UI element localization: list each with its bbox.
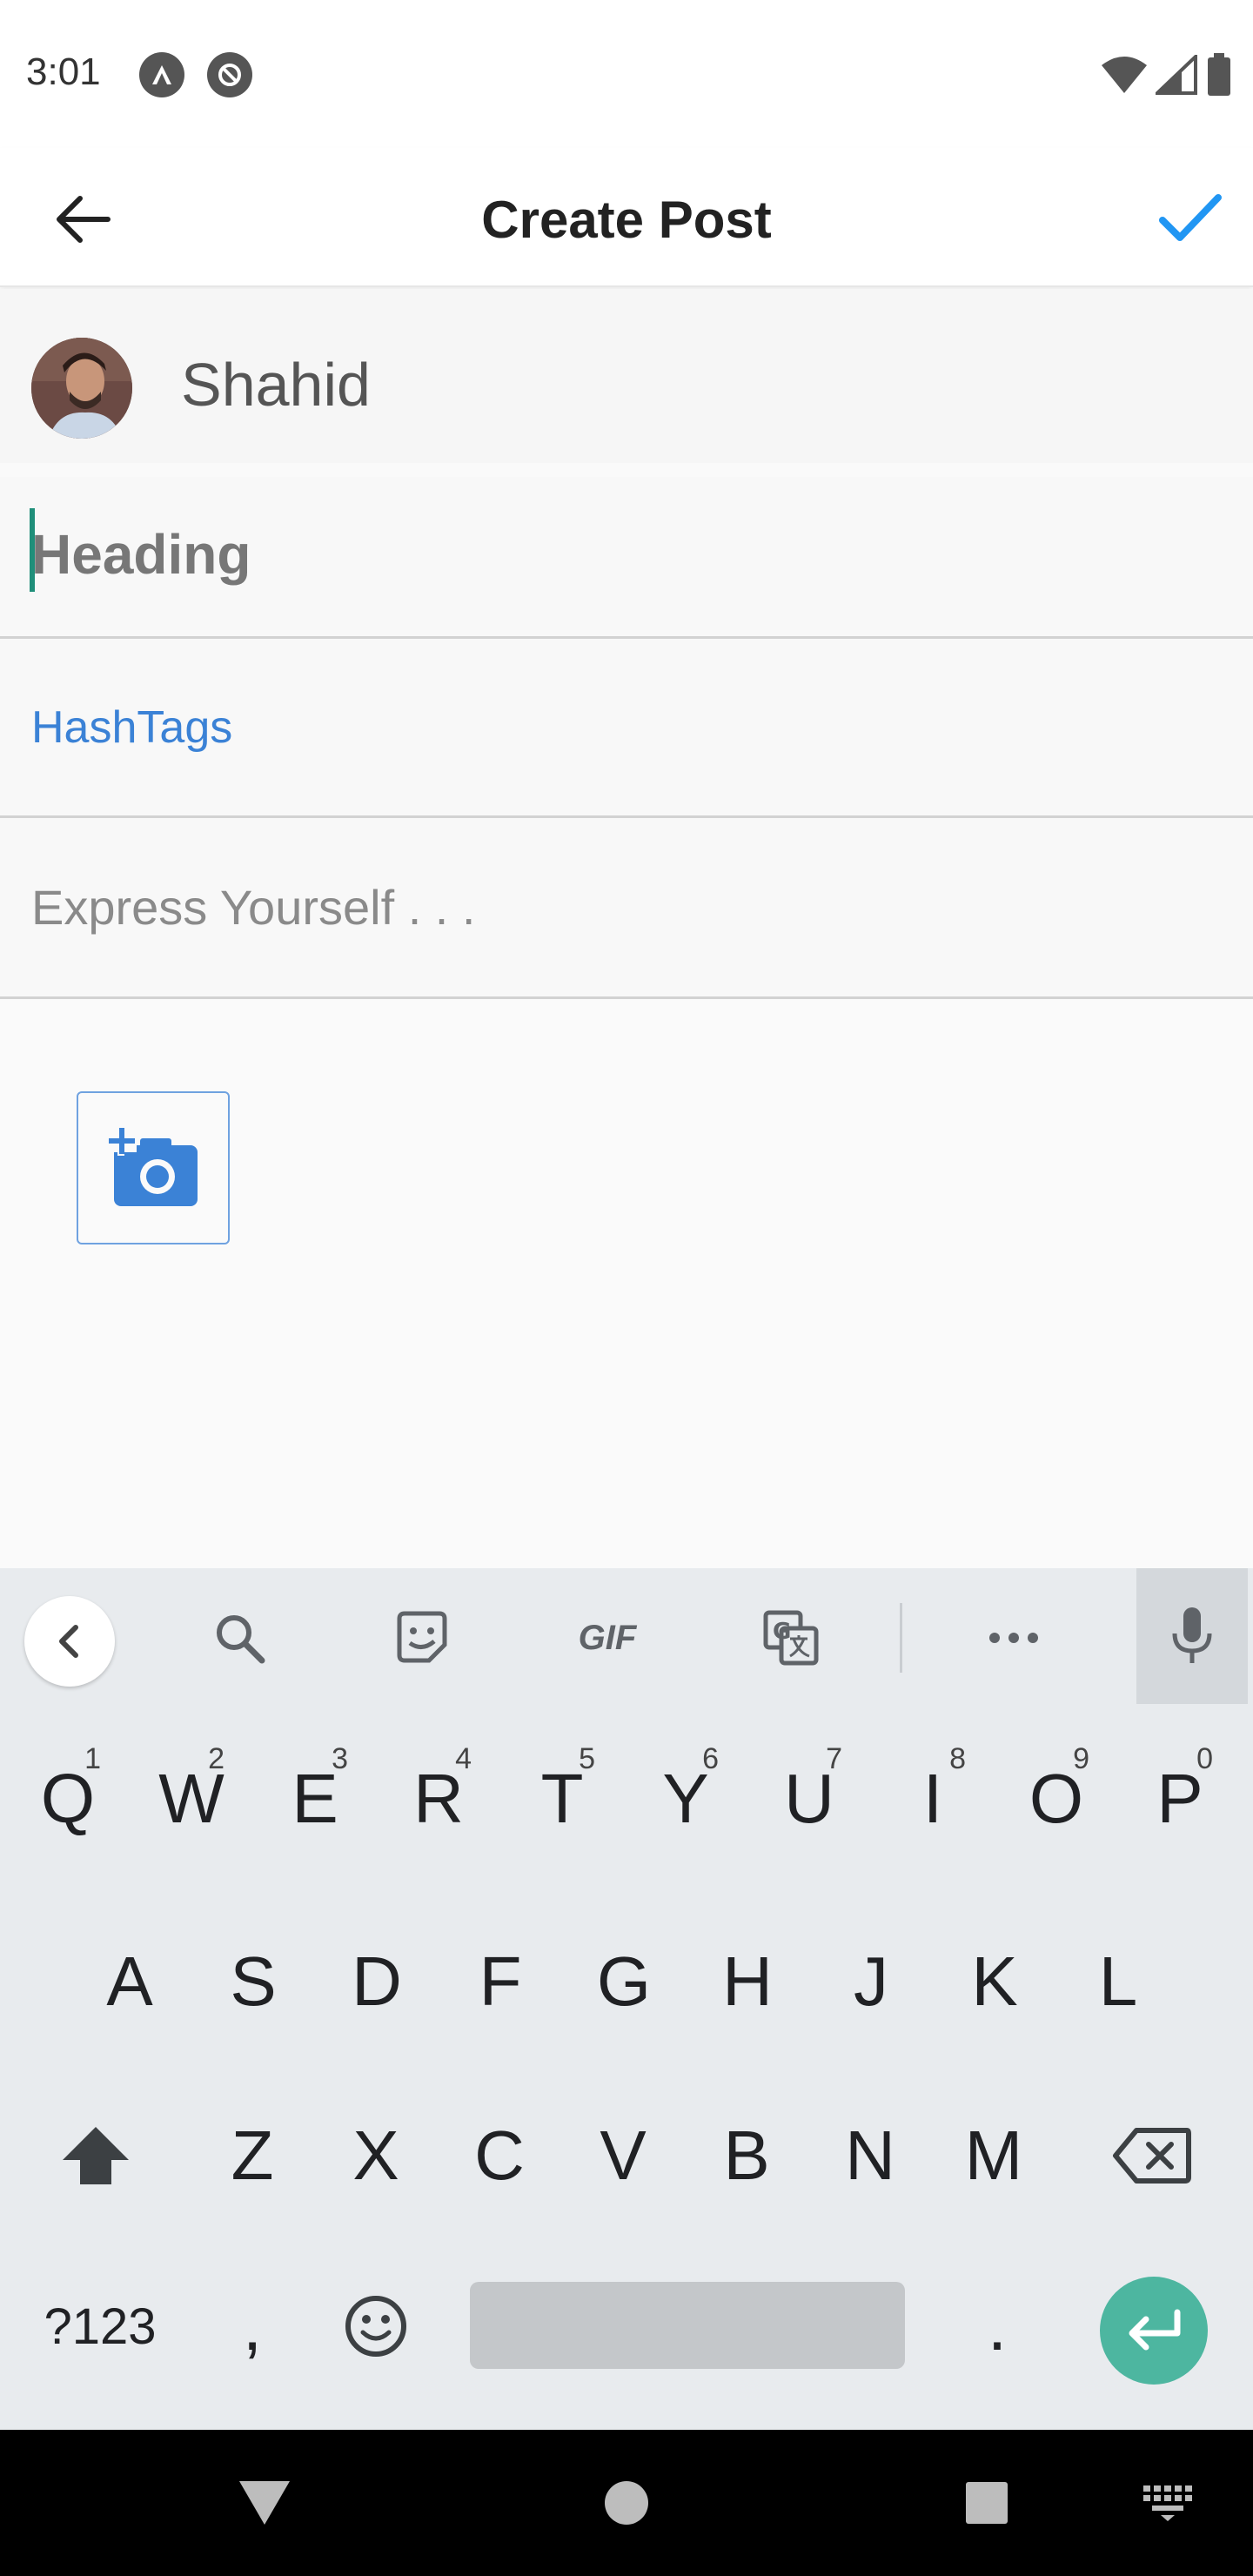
soft-keyboard: GIF G Q1 W2 E3 R4 T5 Y6 U7 I8 O9 P0 A S … — [0, 1568, 1253, 2430]
key-a[interactable]: A — [77, 1916, 182, 2047]
key-k[interactable]: K — [942, 1916, 1047, 2047]
translate-icon: G — [763, 1610, 819, 1666]
add-a-photo-icon — [105, 1126, 198, 1206]
symbols-key[interactable]: ?123 — [26, 2261, 174, 2392]
key-w[interactable]: W2 — [139, 1734, 244, 1864]
nav-back-button[interactable] — [230, 2468, 299, 2538]
key-s[interactable]: S — [201, 1916, 305, 2047]
emoji-icon — [345, 2296, 406, 2357]
key-c[interactable]: C — [447, 2090, 552, 2221]
key-l[interactable]: L — [1066, 1916, 1170, 2047]
home-circle-icon — [605, 2481, 648, 2525]
battery-icon — [1208, 53, 1230, 96]
status-time: 3:01 — [26, 50, 101, 93]
key-m[interactable]: M — [941, 2090, 1046, 2221]
system-nav-bar — [0, 2430, 1253, 2576]
key-p[interactable]: P0 — [1128, 1734, 1232, 1864]
svg-text:G: G — [773, 1619, 791, 1645]
keyboard-switch-icon — [1143, 2485, 1192, 2521]
check-icon — [1159, 194, 1222, 241]
confirm-post-button[interactable] — [1147, 179, 1234, 258]
key-u[interactable]: U7 — [757, 1734, 861, 1864]
sticker-icon — [397, 1611, 447, 1663]
author-name: Shahid — [181, 351, 371, 419]
period-key[interactable]: . — [945, 2261, 1049, 2392]
keyboard-translate-button[interactable]: G — [752, 1603, 830, 1673]
keyboard-gif-button[interactable]: GIF — [564, 1603, 651, 1673]
keyboard-toolbar: GIF G — [0, 1568, 1253, 1704]
key-t[interactable]: T5 — [510, 1734, 614, 1864]
mic-icon — [1172, 1607, 1212, 1663]
shift-icon — [63, 2127, 129, 2184]
avatar — [31, 338, 132, 439]
hashtags-input[interactable]: HashTags — [0, 639, 1253, 818]
cell-signal-icon — [1156, 55, 1197, 95]
wifi-icon — [1102, 57, 1147, 93]
key-d[interactable]: D — [325, 1916, 429, 2047]
space-key[interactable] — [470, 2282, 905, 2369]
chevron-left-icon — [59, 1625, 78, 1658]
key-y[interactable]: Y6 — [633, 1734, 738, 1864]
key-z[interactable]: Z — [200, 2090, 305, 2221]
body-placeholder: Express Yourself . . . — [31, 880, 476, 935]
backspace-icon — [1113, 2128, 1191, 2184]
keyboard-mic-button[interactable] — [1136, 1568, 1248, 1704]
keyboard-collapse-button[interactable] — [24, 1596, 115, 1687]
enter-key[interactable] — [1100, 2277, 1208, 2385]
add-photo-button[interactable] — [77, 1091, 230, 1244]
key-e[interactable]: E3 — [263, 1734, 367, 1864]
key-j[interactable]: J — [819, 1916, 923, 2047]
keyboard-more-button[interactable] — [975, 1603, 1053, 1673]
page-title: Create Post — [481, 191, 772, 249]
key-i[interactable]: I8 — [881, 1734, 985, 1864]
enter-icon — [1129, 2309, 1181, 2351]
more-icon — [989, 1633, 1038, 1643]
key-q[interactable]: Q1 — [16, 1734, 120, 1864]
heading-placeholder: Heading — [31, 523, 251, 586]
do-not-disturb-icon — [207, 52, 252, 97]
key-f[interactable]: F — [448, 1916, 553, 2047]
status-bar: 3:01 — [0, 0, 1253, 148]
key-g[interactable]: G — [572, 1916, 676, 2047]
nav-recents-button[interactable] — [952, 2468, 1022, 2538]
author-row: Shahid — [0, 289, 1253, 463]
key-n[interactable]: N — [818, 2090, 922, 2221]
emoji-key[interactable] — [324, 2261, 428, 2392]
status-indicators — [1100, 50, 1232, 99]
keyboard-search-button[interactable] — [200, 1603, 278, 1673]
key-r[interactable]: R4 — [386, 1734, 491, 1864]
app-bar: Create Post — [0, 148, 1253, 287]
key-b[interactable]: B — [694, 2090, 799, 2221]
shift-key[interactable] — [44, 2090, 148, 2221]
back-triangle-icon — [239, 2481, 290, 2525]
key-v[interactable]: V — [571, 2090, 675, 2221]
nav-home-button[interactable] — [592, 2468, 661, 2538]
search-icon — [217, 1615, 265, 1664]
comma-key[interactable]: , — [200, 2261, 305, 2392]
nav-keyboard-switch-button[interactable] — [1133, 2468, 1203, 2538]
gif-label: GIF — [578, 1618, 637, 1657]
toolbar-divider — [900, 1603, 902, 1673]
key-o[interactable]: O9 — [1004, 1734, 1109, 1864]
hashtags-placeholder: HashTags — [31, 702, 233, 753]
key-x[interactable]: X — [324, 2090, 428, 2221]
key-h[interactable]: H — [695, 1916, 800, 2047]
backspace-key[interactable] — [1100, 2090, 1204, 2221]
heading-input[interactable]: Heading — [0, 477, 1253, 639]
keyboard-sticker-button[interactable] — [383, 1603, 461, 1673]
recents-square-icon — [966, 2482, 1008, 2524]
body-input[interactable]: Express Yourself . . . — [0, 818, 1253, 999]
app-notification-icon — [139, 52, 184, 97]
